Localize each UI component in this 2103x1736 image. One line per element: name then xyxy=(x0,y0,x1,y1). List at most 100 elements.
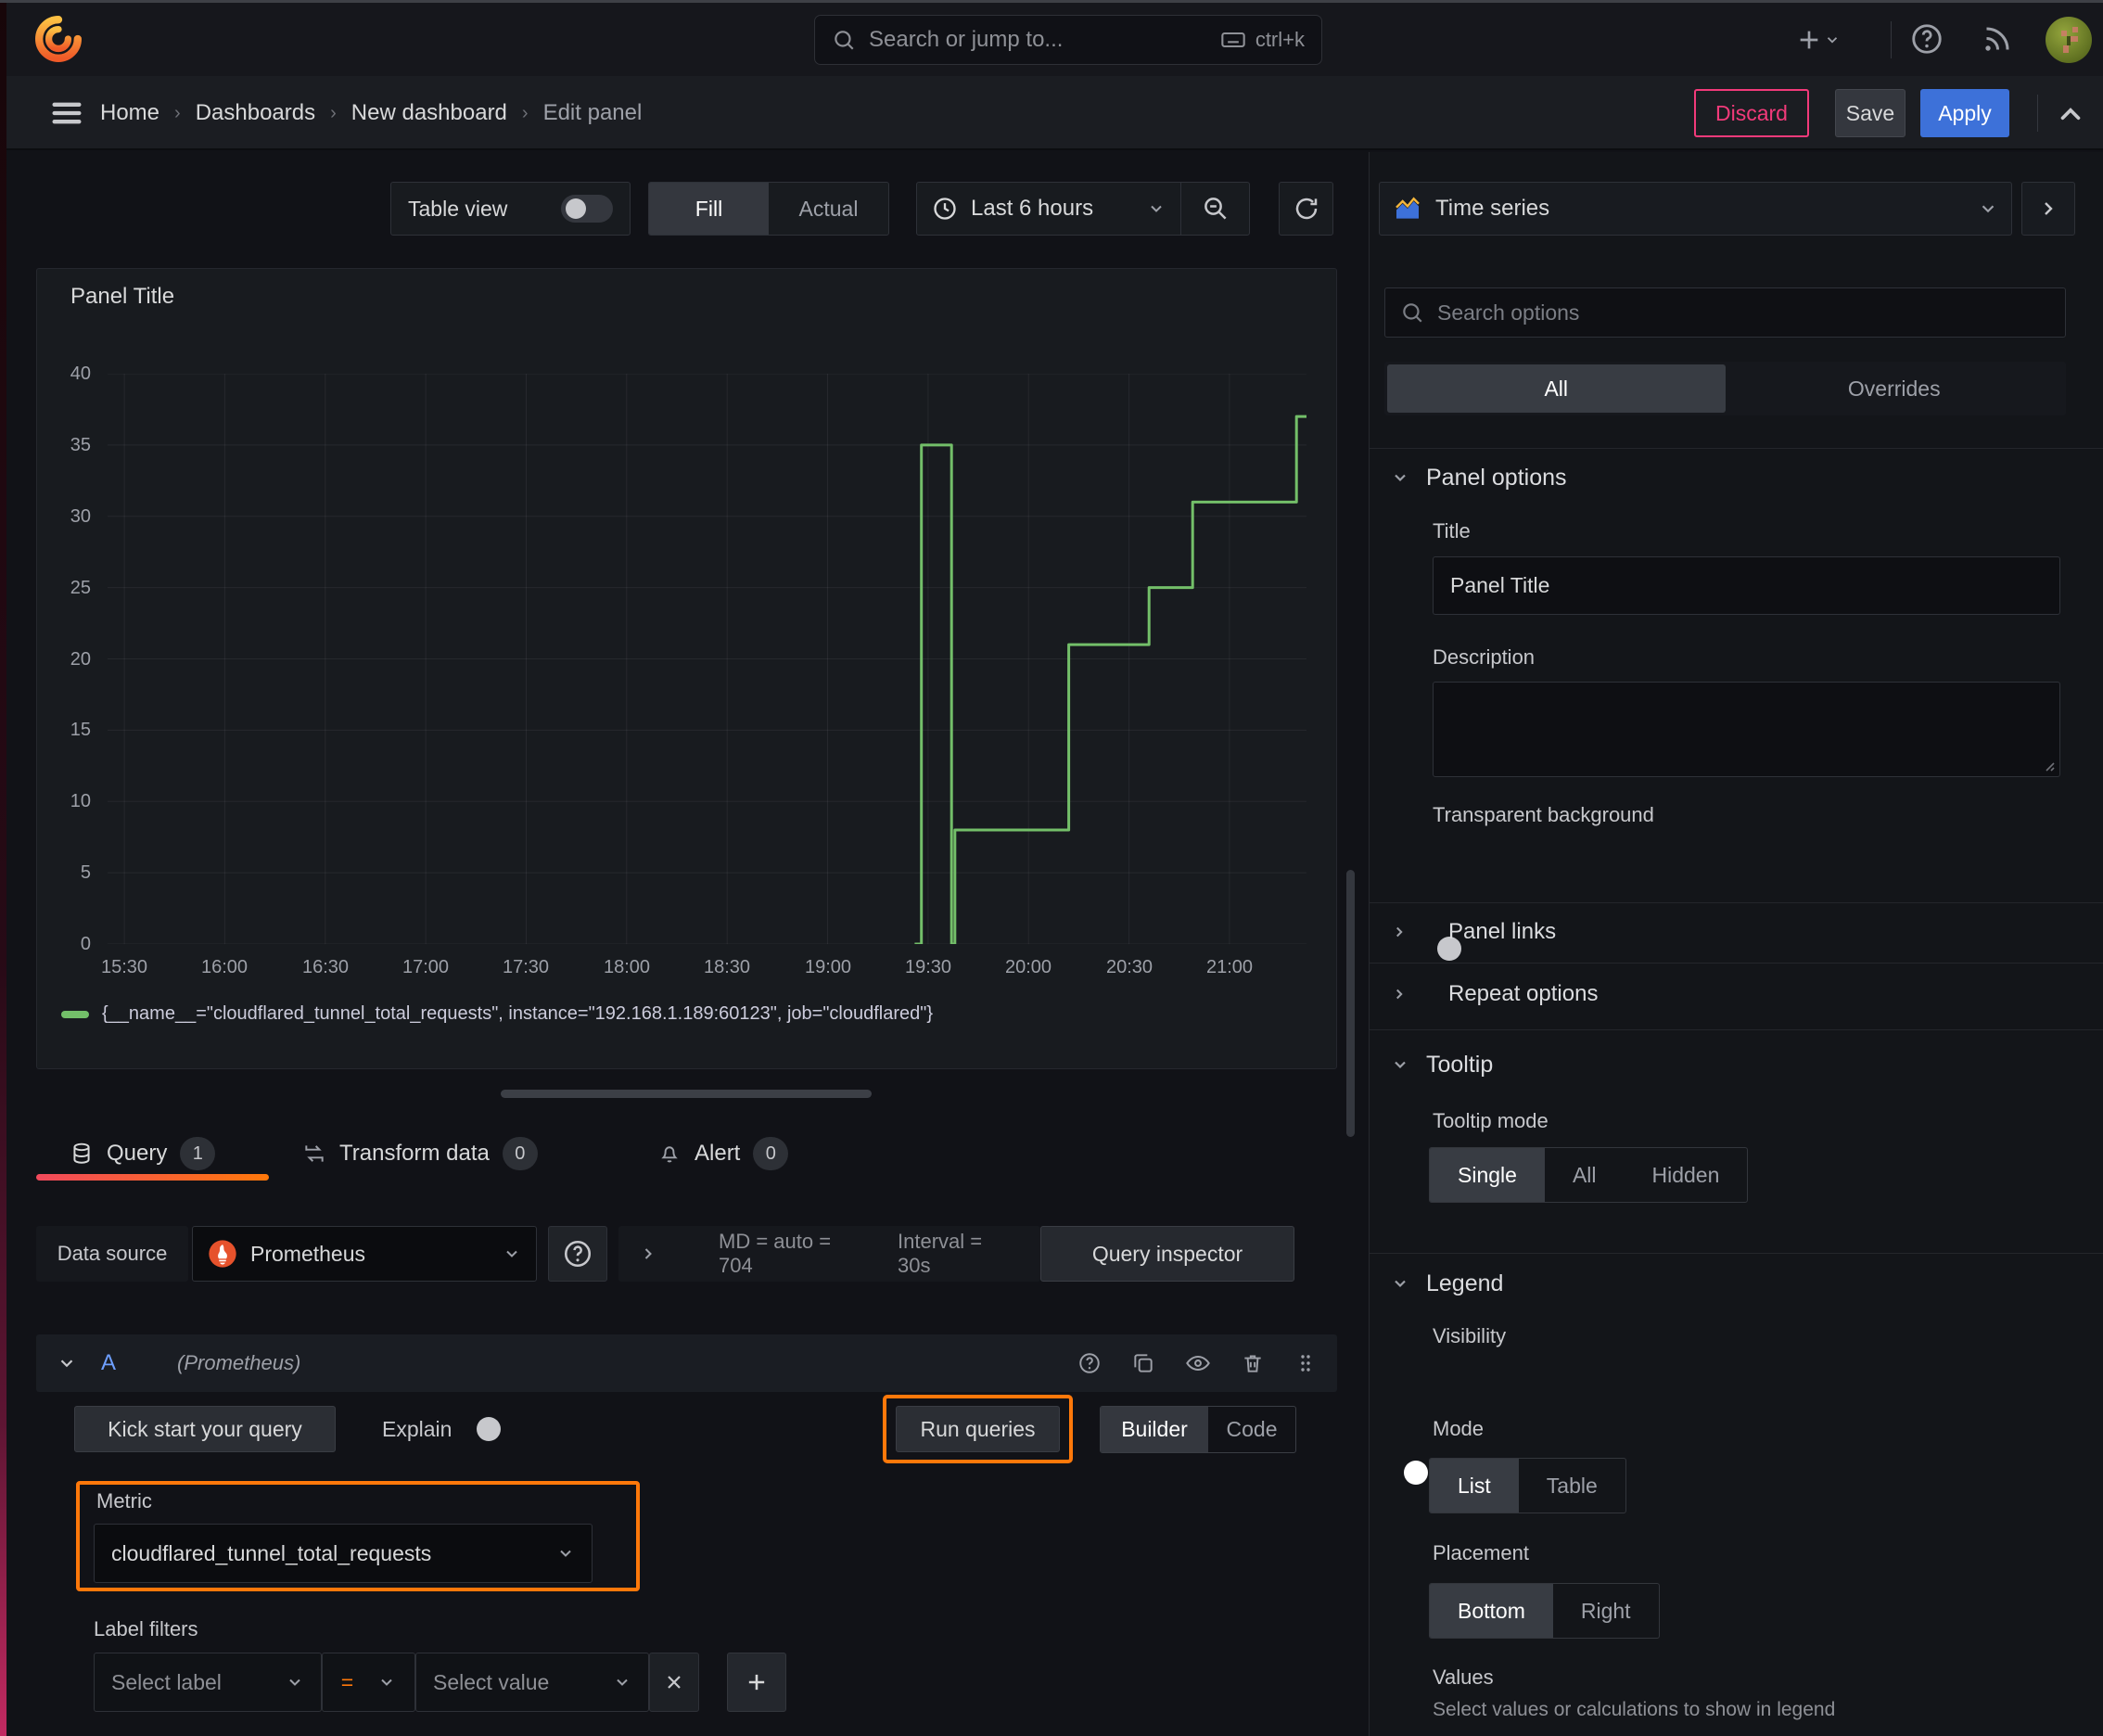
query-options-bar[interactable]: MD = auto = 704 Interval = 30s xyxy=(618,1226,1040,1282)
legend-mode-group: List Table xyxy=(1429,1458,1626,1513)
builder-code-switch: Builder Code xyxy=(1100,1406,1296,1453)
grafana-logo-icon[interactable] xyxy=(35,13,82,65)
news-rss-icon[interactable] xyxy=(1980,23,2013,57)
database-icon xyxy=(70,1142,94,1166)
description-textarea[interactable] xyxy=(1433,682,2060,777)
query-inspector-button[interactable]: Query inspector xyxy=(1040,1226,1294,1282)
tooltip-mode-all[interactable]: All xyxy=(1545,1148,1625,1202)
collapse-query-icon[interactable] xyxy=(57,1353,77,1373)
search-icon xyxy=(1400,300,1424,325)
operator-dropdown[interactable]: = xyxy=(322,1653,415,1712)
breadcrumb-home[interactable]: Home xyxy=(100,100,159,126)
remove-filter-button[interactable] xyxy=(649,1653,699,1712)
visualization-picker[interactable]: Time series xyxy=(1379,182,2012,236)
add-menu-button[interactable] xyxy=(1794,23,1841,57)
legend-header[interactable]: Legend xyxy=(1391,1265,1503,1302)
options-search[interactable] xyxy=(1384,287,2066,338)
query-help-icon[interactable] xyxy=(1077,1351,1102,1375)
chart-legend[interactable]: {__name__="cloudflared_tunnel_total_requ… xyxy=(61,1003,933,1025)
x-axis-tick: 19:00 xyxy=(804,957,852,977)
breadcrumb-edit-panel: Edit panel xyxy=(542,100,643,125)
panel-title-input[interactable] xyxy=(1433,556,2060,615)
repeat-options-header[interactable]: Repeat options xyxy=(1391,976,1598,1013)
tab-all[interactable]: All xyxy=(1387,364,1726,413)
legend-mode-table[interactable]: Table xyxy=(1519,1459,1625,1513)
duplicate-query-icon[interactable] xyxy=(1131,1351,1155,1375)
panel-links-header[interactable]: Panel links xyxy=(1391,913,1556,951)
tab-query-count: 1 xyxy=(180,1137,216,1170)
save-button[interactable]: Save xyxy=(1835,89,1905,137)
query-datasource-hint: (Prometheus) xyxy=(177,1351,301,1374)
placement-bottom[interactable]: Bottom xyxy=(1430,1584,1553,1638)
tooltip-mode-single[interactable]: Single xyxy=(1430,1148,1545,1202)
chevron-down-icon xyxy=(1978,198,1998,219)
add-filter-button[interactable] xyxy=(727,1653,786,1712)
values-label: Values xyxy=(1433,1666,1494,1689)
sidebar-divider xyxy=(1370,1253,2103,1254)
run-queries-button[interactable]: Run queries xyxy=(896,1406,1060,1452)
query-row-actions xyxy=(1077,1350,1317,1376)
actual-option[interactable]: Actual xyxy=(769,183,888,235)
max-data-points: MD = auto = 704 xyxy=(719,1230,832,1277)
chevron-down-icon xyxy=(1827,37,1838,44)
discard-button[interactable]: Discard xyxy=(1694,89,1809,137)
breadcrumb-dashboards[interactable]: Dashboards xyxy=(196,100,315,126)
panel-resize-handle[interactable] xyxy=(501,1090,872,1098)
placement-right[interactable]: Right xyxy=(1553,1584,1659,1638)
select-value-dropdown[interactable]: Select value xyxy=(415,1653,649,1712)
table-view-toggle[interactable] xyxy=(561,195,613,223)
breadcrumb-new-dashboard[interactable]: New dashboard xyxy=(351,100,507,126)
refresh-button[interactable] xyxy=(1279,182,1333,236)
toggle-visibility-icon[interactable] xyxy=(1185,1350,1211,1376)
x-axis-tick: 17:30 xyxy=(502,957,550,977)
data-source-help-button[interactable] xyxy=(548,1226,607,1282)
tab-alert[interactable]: Alert 0 xyxy=(657,1133,789,1174)
builder-option[interactable]: Builder xyxy=(1101,1407,1208,1452)
y-axis-tick: 10 xyxy=(70,791,91,811)
tooltip-header[interactable]: Tooltip xyxy=(1391,1046,1493,1083)
legend-mode-list[interactable]: List xyxy=(1430,1459,1519,1513)
y-axis-tick: 15 xyxy=(70,720,91,740)
apply-button[interactable]: Apply xyxy=(1920,89,2009,137)
legend-series-label[interactable]: {__name__="cloudflared_tunnel_total_requ… xyxy=(102,1003,933,1025)
operator-value: = xyxy=(340,1669,354,1694)
code-option[interactable]: Code xyxy=(1208,1407,1295,1452)
data-source-picker[interactable]: Prometheus xyxy=(192,1226,537,1282)
global-search[interactable]: Search or jump to... ctrl+k xyxy=(814,15,1322,65)
bell-icon xyxy=(657,1142,682,1166)
options-search-input[interactable] xyxy=(1437,300,2050,326)
tab-overrides[interactable]: Overrides xyxy=(1726,364,2064,413)
zoom-out-button[interactable] xyxy=(1180,183,1249,235)
drag-handle-icon[interactable] xyxy=(1294,1351,1317,1375)
menu-icon[interactable] xyxy=(48,95,85,132)
fill-option[interactable]: Fill xyxy=(649,183,769,235)
collapse-options-button[interactable] xyxy=(2021,182,2075,236)
y-axis: 0 5 10 15 20 25 30 35 40 xyxy=(37,364,91,954)
chevron-up-icon[interactable] xyxy=(2055,98,2086,130)
panel-options-header[interactable]: Panel options xyxy=(1391,459,1567,496)
chevron-down-icon xyxy=(1147,199,1166,218)
metric-select[interactable]: cloudflared_tunnel_total_requests xyxy=(94,1524,593,1583)
grafana-edit-panel-screen: Search or jump to... ctrl+k Home › Dashb… xyxy=(0,0,2103,1736)
tooltip-mode-hidden[interactable]: Hidden xyxy=(1625,1148,1748,1202)
help-icon[interactable] xyxy=(1909,21,1944,57)
y-axis-tick: 35 xyxy=(70,435,91,455)
values-hint: Select values or calculations to show in… xyxy=(1433,1699,1836,1720)
avatar[interactable] xyxy=(2045,16,2093,64)
delete-query-icon[interactable] xyxy=(1241,1351,1265,1375)
kick-start-query-button[interactable]: Kick start your query xyxy=(74,1406,336,1452)
legend-placement-group: Bottom Right xyxy=(1429,1583,1660,1639)
panel-title[interactable]: Panel Title xyxy=(70,284,174,310)
query-row-a[interactable]: A (Prometheus) xyxy=(36,1334,1337,1392)
time-range-button[interactable]: Last 6 hours xyxy=(917,183,1180,235)
tab-transform-data[interactable]: Transform data 0 xyxy=(302,1133,538,1174)
query-ref-id[interactable]: A xyxy=(101,1350,116,1376)
vertical-scrollbar[interactable] xyxy=(1346,870,1355,1137)
select-label-dropdown[interactable]: Select label xyxy=(94,1653,322,1712)
time-series-plot[interactable] xyxy=(108,374,1306,944)
tab-query[interactable]: Query 1 xyxy=(70,1133,216,1174)
resize-corner-icon[interactable] xyxy=(2041,758,2056,772)
chevron-right-icon xyxy=(639,1245,657,1263)
breadcrumb-separator: › xyxy=(174,102,181,123)
y-axis-tick: 40 xyxy=(70,364,91,384)
